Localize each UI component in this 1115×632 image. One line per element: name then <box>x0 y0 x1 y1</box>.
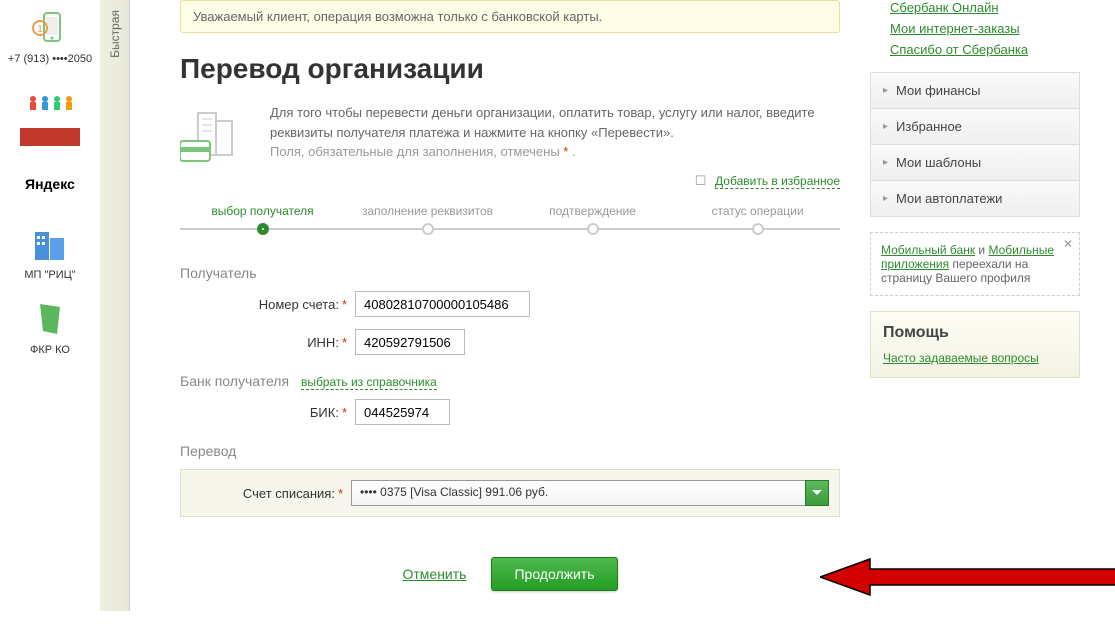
main-content: Уважаемый клиент, операция возможна толь… <box>130 0 870 611</box>
alert-text: Уважаемый клиент, операция возможна толь… <box>193 9 602 24</box>
label-account: Номер счета:* <box>180 297 355 312</box>
mobile-bank-link[interactable]: Мобильный банк <box>881 243 975 257</box>
link-spasibo[interactable]: Спасибо от Сбербанка <box>870 42 1080 57</box>
help-box: Помощь Часто задаваемые вопросы <box>870 311 1080 378</box>
label-debit-account: Счет списания:* <box>191 486 351 501</box>
submit-button[interactable]: Продолжить <box>491 557 617 591</box>
accordion: ▸Мои финансы ▸Избранное ▸Мои шаблоны ▸Мо… <box>870 72 1080 217</box>
link-sberbank-online[interactable]: Сбербанк Онлайн <box>870 0 1080 15</box>
accordion-favorites[interactable]: ▸Избранное <box>870 109 1080 145</box>
step-1: выбор получателя <box>180 204 345 235</box>
org-transfer-icon <box>180 103 250 163</box>
sidebar-item-1[interactable] <box>20 80 80 146</box>
faq-link[interactable]: Часто задаваемые вопросы <box>883 351 1039 365</box>
sidebar-fkr-label: ФКР КО <box>30 344 70 356</box>
yandex-icon: Яндекс <box>25 161 75 206</box>
link-internet-orders[interactable]: Мои интернет-заказы <box>870 21 1080 36</box>
debit-account-select[interactable]: •••• 0375 [Visa Classic] 991.06 руб. <box>351 480 805 506</box>
step-2: заполнение реквизитов <box>345 204 510 235</box>
svg-text:1: 1 <box>37 24 43 35</box>
bik-input[interactable] <box>355 399 450 425</box>
bookmark-icon: ☐ <box>695 173 707 188</box>
inn-input[interactable] <box>355 329 465 355</box>
section-bank: Банк получателя выбрать из справочника <box>180 373 840 389</box>
left-sidebar: 1 +7 (913) ••••2050 Яндекс МП "РИЦ" <box>0 0 100 611</box>
sidebar-item-yandex[interactable]: Яндекс <box>25 161 75 206</box>
sidebar-item-ric[interactable]: МП "РИЦ" <box>24 221 75 281</box>
right-sidebar: Сбербанк Онлайн Мои интернет-заказы Спас… <box>870 0 1090 611</box>
sidebar-phone-label: +7 (913) ••••2050 <box>8 53 92 65</box>
arrow-annotation <box>820 557 1115 600</box>
sidebar-phone-item[interactable]: 1 +7 (913) ••••2050 <box>8 5 92 65</box>
chevron-right-icon: ▸ <box>883 85 888 96</box>
account-input[interactable] <box>355 291 530 317</box>
chevron-right-icon: ▸ <box>883 193 888 204</box>
step-3: подтверждение <box>510 204 675 235</box>
people-icon <box>25 80 75 125</box>
accordion-finances[interactable]: ▸Мои финансы <box>870 72 1080 109</box>
label-inn: ИНН:* <box>180 335 355 350</box>
intro-text: Для того чтобы перевести деньги организа… <box>270 103 840 163</box>
section-recipient: Получатель <box>180 265 840 281</box>
phone-icon: 1 <box>25 5 75 50</box>
notice-box: ✕ Мобильный банк и Мобильные приложения … <box>870 232 1080 296</box>
accordion-autopay[interactable]: ▸Мои автоплатежи <box>870 181 1080 217</box>
quick-tab-label: Быстрая <box>108 10 122 58</box>
section-transfer: Перевод <box>180 443 840 459</box>
bank-directory-link[interactable]: выбрать из справочника <box>301 375 437 390</box>
building-icon <box>25 221 75 266</box>
help-title: Помощь <box>883 324 1067 342</box>
right-top-links: Сбербанк Онлайн Мои интернет-заказы Спас… <box>870 0 1080 57</box>
chevron-right-icon: ▸ <box>883 157 888 168</box>
sidebar-red-label <box>20 128 80 146</box>
page-title: Перевод организации <box>180 53 840 85</box>
step-4: статус операции <box>675 204 840 235</box>
add-favorite-link[interactable]: Добавить в избранное <box>715 174 840 189</box>
region-icon <box>25 296 75 341</box>
sidebar-item-fkr[interactable]: ФКР КО <box>25 296 75 356</box>
sidebar-ric-label: МП "РИЦ" <box>24 269 75 281</box>
steps-tracker: выбор получателя заполнение реквизитов п… <box>180 204 840 235</box>
chevron-right-icon: ▸ <box>883 121 888 132</box>
debit-account-dropdown-button[interactable] <box>805 480 829 506</box>
label-bik: БИК:* <box>180 405 355 420</box>
alert-banner: Уважаемый клиент, операция возможна толь… <box>180 0 840 33</box>
accordion-templates[interactable]: ▸Мои шаблоны <box>870 145 1080 181</box>
close-icon[interactable]: ✕ <box>1063 237 1073 251</box>
cancel-link[interactable]: Отменить <box>402 566 466 582</box>
quick-tab[interactable]: Быстрая <box>100 0 130 611</box>
